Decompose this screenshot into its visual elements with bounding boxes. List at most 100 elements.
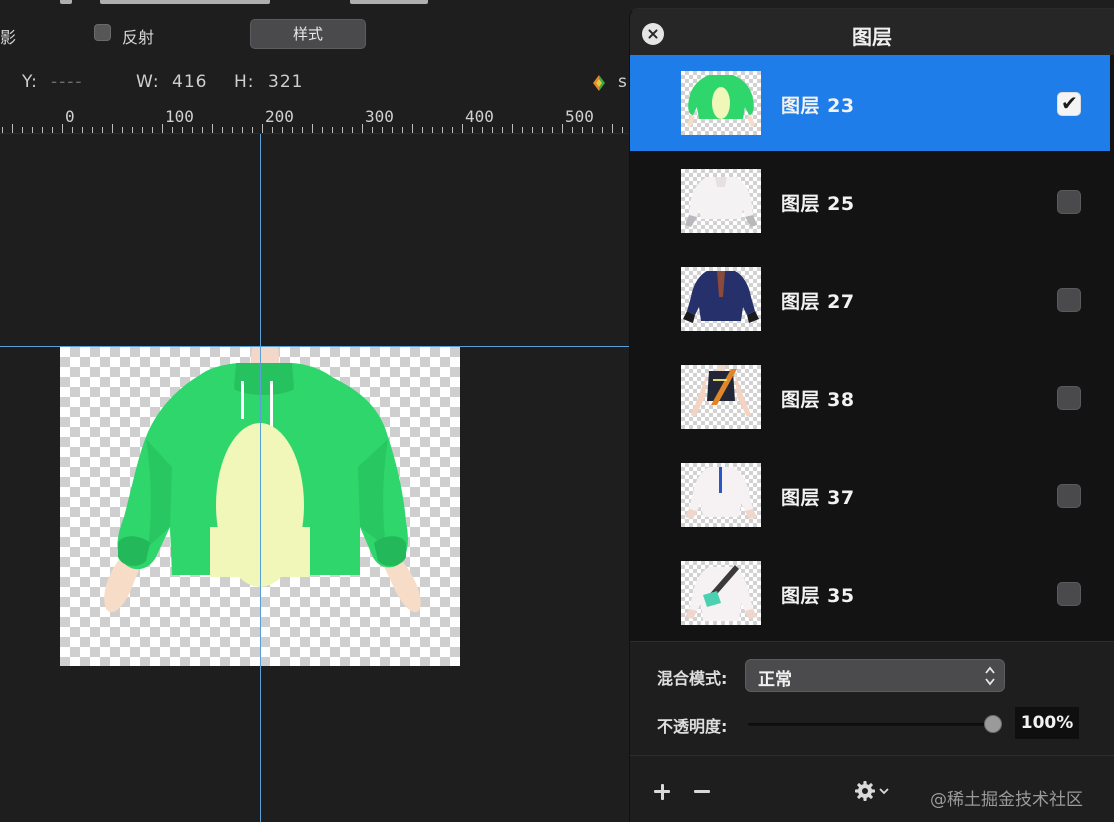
style-button[interactable]: 样式 [250,19,366,49]
layer-thumbnail [681,169,761,233]
layer-thumbnail [681,267,761,331]
ruler-tick [282,127,283,133]
ruler-tick [52,127,53,133]
reflect-checkbox[interactable] [94,24,111,41]
ruler-tick [132,127,133,133]
layer-row[interactable]: 图层 25 [630,153,1110,249]
ruler-tick [232,127,233,133]
ruler-tick [512,124,513,133]
ruler-label: 300 [365,107,394,126]
reflect-label: 反射 [122,28,155,47]
divider [630,641,1114,642]
color-swatch-icon[interactable] [592,74,606,92]
ruler-label: 500 [565,107,594,126]
gear-icon[interactable] [854,779,894,803]
y-value[interactable]: ---- [51,72,84,92]
layer-thumbnail [681,71,761,135]
ruler-tick [572,127,573,133]
chevron-down-icon [879,788,889,795]
ruler-tick [62,124,63,133]
ruler-tick [592,127,593,133]
ruler-tick [182,127,183,133]
layer-visibility-checkbox[interactable] [1057,190,1081,214]
ruler-tick [32,127,33,133]
ruler-tick [202,127,203,133]
minus-icon[interactable] [692,781,714,803]
ruler-tick [82,127,83,133]
ruler-tick [372,127,373,133]
ruler-tick [502,127,503,133]
ruler-tick [342,127,343,133]
ruler-tick [552,127,553,133]
h-value[interactable]: 321 [268,72,303,92]
horizontal-guide-line[interactable] [0,346,630,347]
ruler-tick [412,124,413,133]
blend-mode-select[interactable]: 正常 [745,659,1005,692]
ruler-tick [462,124,463,133]
ruler-tick [422,127,423,133]
ruler-tick [162,124,163,133]
ruler-label: 200 [265,107,294,126]
panel-footer: @稀土掘金技术社区 [630,757,1114,822]
layer-row[interactable]: 图层 27 [630,251,1110,347]
ruler-tick [532,127,533,133]
ruler-tick [2,127,3,133]
w-value[interactable]: 416 [172,72,207,92]
layer-row[interactable]: 图层 23 [630,55,1110,151]
opacity-slider-knob[interactable] [984,715,1002,733]
ruler-tick [482,127,483,133]
ruler-tick [622,127,623,133]
layer-name[interactable]: 图层 27 [781,287,855,314]
s-label: s [618,72,628,92]
layer-name[interactable]: 图层 23 [781,91,855,118]
ruler-tick [612,124,613,133]
clipped-toolbar-title [60,0,440,6]
ruler-label: 0 [65,107,75,126]
canvas-editor: 影 反射 样式 Y: ---- W: 416 H: 321 s 0 100 200 3… [0,0,630,822]
layer-thumbnail [681,463,761,527]
layer-name[interactable]: 图层 37 [781,483,855,510]
ruler-tick [302,127,303,133]
opacity-label: 不透明度: [657,717,728,736]
ruler-tick [122,127,123,133]
ruler-tick [192,127,193,133]
ruler-tick [102,127,103,133]
layer-list: 图层 23 图层 25 [630,55,1114,641]
ruler-tick [322,127,323,133]
vertical-guide-line[interactable] [260,134,261,822]
divider [630,755,1114,756]
layer-row[interactable]: 图层 37 [630,447,1110,543]
layer-visibility-checkbox[interactable] [1057,582,1081,606]
ruler-tick [112,124,113,133]
layer-row[interactable]: 图层 38 [630,349,1110,445]
ruler-tick [452,127,453,133]
ruler-label: 100 [165,107,194,126]
ruler-tick [22,127,23,133]
opacity-value-field[interactable]: 100% [1015,707,1079,739]
ruler-label: 400 [465,107,494,126]
ruler-tick [252,127,253,133]
layer-row[interactable]: 图层 35 [630,545,1110,641]
ruler-tick [582,127,583,133]
geometry-readout: Y: ---- W: 416 H: 321 s [0,72,630,94]
ruler-tick [92,127,93,133]
h-label: H: [234,72,255,92]
layer-name[interactable]: 图层 38 [781,385,855,412]
ruler-tick [272,127,273,133]
panel-header: 图层 [630,9,1114,55]
layer-name[interactable]: 图层 35 [781,581,855,608]
layer-visibility-checkbox[interactable] [1057,484,1081,508]
plus-icon[interactable] [652,781,674,803]
layer-visibility-checkbox[interactable] [1057,91,1081,116]
ruler-tick [312,124,313,133]
ruler-tick [442,127,443,133]
layer-visibility-checkbox[interactable] [1057,288,1081,312]
ruler-tick [362,124,363,133]
ruler-tick [432,127,433,133]
watermark-text: @稀土掘金技术社区 [930,790,1083,810]
layer-name[interactable]: 图层 25 [781,189,855,216]
opacity-slider-track[interactable] [748,723,994,726]
ruler-tick [562,124,563,133]
horizontal-ruler[interactable]: 0 100 200 300 400 500 [0,106,630,134]
layer-visibility-checkbox[interactable] [1057,386,1081,410]
